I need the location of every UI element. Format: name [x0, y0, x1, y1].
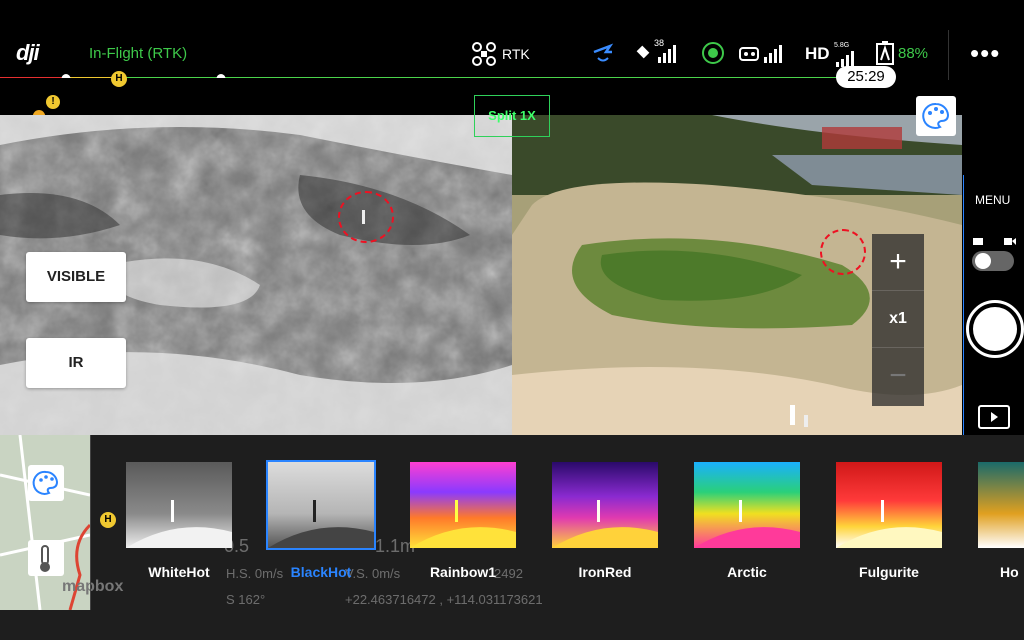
rtk-label: RTK	[502, 46, 530, 62]
shutter-inner	[973, 307, 1017, 351]
thermometer-icon	[40, 545, 50, 572]
toggle-knob	[975, 253, 991, 269]
palette-label-blackhot: BlackHot	[290, 564, 352, 580]
ir-button[interactable]: IR	[26, 338, 126, 388]
video-mode-icon	[1004, 238, 1016, 245]
gps-count: 38	[654, 38, 665, 48]
palette-label-ironred: IronRed	[578, 564, 632, 580]
palette-icon	[922, 102, 950, 129]
palette-thumb-blackhot[interactable]	[266, 460, 376, 550]
top-status-bar	[0, 0, 1024, 75]
telemetry-heading: S 162°	[226, 592, 266, 607]
palette-thumb-rainbow1[interactable]	[410, 462, 516, 548]
palette-label-rainbow1: Rainbow1	[429, 564, 497, 580]
palette-label-arctic: Arctic	[727, 564, 767, 580]
visible-button[interactable]: VISIBLE	[26, 252, 126, 302]
playback-button[interactable]	[978, 405, 1010, 429]
zoom-level: x1	[872, 291, 924, 348]
palette-button[interactable]	[28, 465, 64, 501]
battery-icon	[876, 41, 894, 65]
zoom-in-button[interactable]: +	[872, 234, 924, 291]
mapbox-attribution: mapbox	[62, 578, 124, 595]
palette-thumb-ironred[interactable]	[552, 462, 658, 548]
flight-status[interactable]: In-Flight (RTK)	[89, 45, 187, 62]
hd-band: 5.8G	[834, 42, 850, 49]
photo-mode-icon	[973, 238, 983, 245]
play-icon	[991, 412, 998, 422]
hd-label: HD	[805, 44, 830, 63]
palette-label-whitehot: WhiteHot	[148, 564, 210, 580]
split-view-zoom-label[interactable]: Split 1X	[474, 95, 550, 137]
camera-menu-button[interactable]: MENU	[975, 193, 1010, 207]
palette-thumb-arctic[interactable]	[694, 462, 800, 548]
more-options-button[interactable]: •••	[970, 38, 1000, 69]
remote-controller-signal-icon	[739, 45, 782, 63]
home-marker: H	[111, 71, 127, 87]
palette-label-hottest: Ho	[1000, 564, 1019, 580]
battery-percentage: 88%	[898, 45, 929, 62]
visible-target-marker	[820, 229, 866, 275]
telemetry-coordinates: +22.463716472 , +114.031173621	[345, 592, 543, 607]
thermometer-button[interactable]	[28, 540, 64, 576]
palette-thumb-hottest[interactable]	[978, 462, 1024, 548]
palette-label-fulgurite: Fulgurite	[859, 564, 919, 580]
obstacle-sensing-icon	[702, 42, 724, 64]
drawer-separator	[90, 435, 91, 610]
warning-badge: !	[46, 95, 60, 109]
zoom-out-button[interactable]: −	[872, 348, 924, 404]
ir-target-marker	[338, 191, 394, 243]
dji-logo: dji	[16, 40, 40, 65]
palette-icon	[32, 470, 59, 495]
palette-thumb-fulgurite[interactable]	[836, 462, 942, 548]
zoom-control: + x1 −	[872, 234, 924, 406]
palette-toggle-button[interactable]	[916, 96, 956, 136]
remaining-flight-time: 25:29	[836, 66, 896, 88]
airplane-signal-icon	[593, 43, 614, 62]
map-home-marker: H	[100, 512, 116, 528]
palette-thumb-whitehot[interactable]	[126, 462, 232, 548]
drone-icon	[472, 42, 496, 66]
